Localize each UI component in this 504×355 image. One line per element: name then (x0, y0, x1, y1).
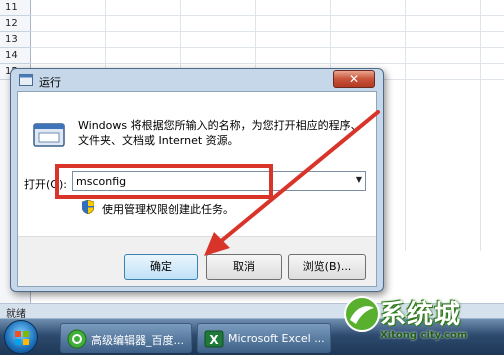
row-number[interactable]: 12 (0, 16, 31, 32)
grid-line (31, 47, 504, 48)
annotation-highlight-box (55, 164, 273, 199)
ok-button[interactable]: 确定 (124, 254, 198, 280)
windows-logo-icon (15, 331, 29, 345)
svg-text:X: X (209, 333, 219, 347)
watermark-logo (344, 296, 380, 332)
dialog-body: Windows 将根据您所输入的名称，为您打开相应的程序、文件夹、文档或 Int… (17, 91, 377, 287)
watermark: 系统城 Xitong city.com (336, 290, 504, 355)
close-button[interactable]: ✕ (333, 70, 375, 88)
dropdown-arrow-icon[interactable]: ▼ (356, 175, 362, 184)
browse-button[interactable]: 浏览(B)... (288, 254, 366, 280)
taskbar-item-label: 高级编辑器_百度... (91, 334, 184, 347)
excel-icon: X (204, 330, 224, 348)
title-bar[interactable]: 运行 ✕ (11, 69, 383, 91)
admin-note: 使用管理权限创建此任务。 (102, 203, 234, 216)
run-title-icon (19, 74, 33, 86)
grid-line (405, 0, 406, 251)
taskbar-item-label: Microsoft Excel ... (228, 332, 325, 345)
dialog-description: Windows 将根据您所输入的名称，为您打开相应的程序、文件夹、文档或 Int… (78, 119, 362, 147)
browser-icon (67, 329, 87, 349)
row-number[interactable]: 13 (0, 32, 31, 48)
grid-line (480, 0, 481, 251)
row-number[interactable]: 14 (0, 48, 31, 64)
run-dialog: 运行 ✕ Windows 将根据您所输入的名称，为您打开相应的程序、文件夹、文档… (10, 68, 384, 292)
taskbar-item-excel[interactable]: X Microsoft Excel ... (197, 323, 331, 353)
uac-shield-icon (82, 200, 94, 214)
cancel-button[interactable]: 取消 (206, 254, 282, 280)
grid-line (31, 31, 504, 32)
taskbar-item-browser[interactable]: 高级编辑器_百度... (60, 323, 192, 353)
watermark-text: 系统城 (380, 300, 462, 330)
grid-line (31, 63, 504, 64)
watermark-subtext: Xitong city.com (380, 330, 468, 341)
row-number[interactable]: 11 (0, 0, 31, 16)
run-program-icon (33, 123, 65, 147)
start-button[interactable] (4, 320, 38, 354)
dialog-title: 运行 (39, 76, 61, 89)
grid-line (31, 15, 504, 16)
